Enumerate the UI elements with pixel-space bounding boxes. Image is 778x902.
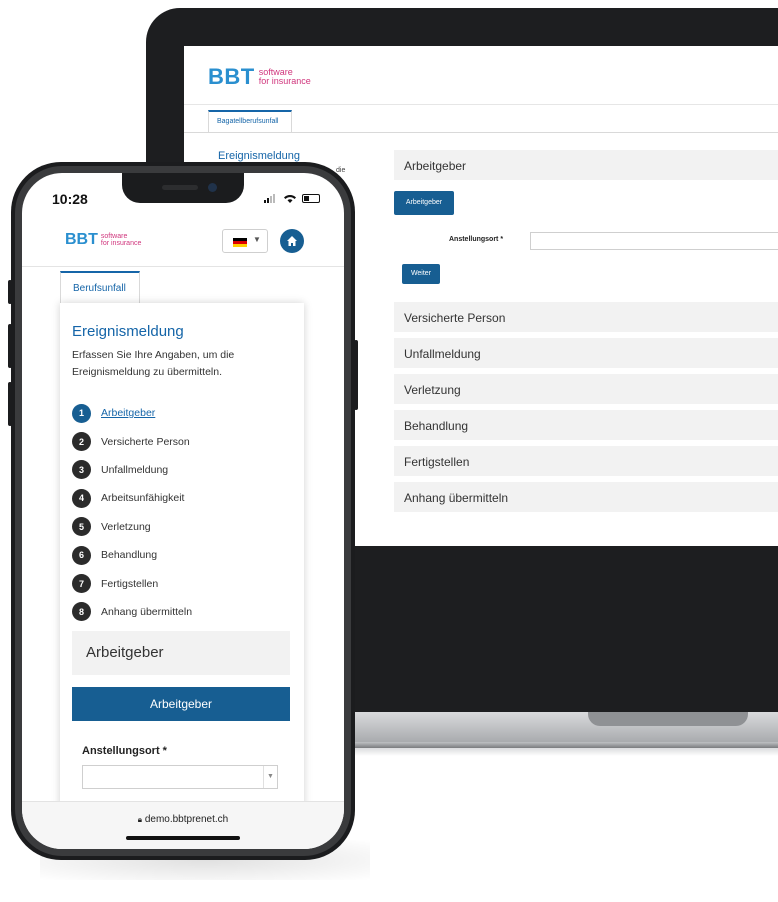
step-number: 3 (72, 460, 91, 480)
tab-underline (184, 132, 778, 133)
logo-tagline-1: software (100, 233, 128, 240)
step-number: 8 (72, 602, 91, 622)
phone-volume-up (8, 324, 12, 368)
anstellungsort-select[interactable]: ▼ (82, 765, 278, 789)
accordion-anhang[interactable]: Anhang übermitteln (394, 482, 778, 512)
step-label: Anhang übermitteln (101, 605, 193, 618)
chevron-down-icon: ▼ (263, 766, 277, 788)
step-item-fertigstellen[interactable]: 7 Fertigstellen (72, 569, 192, 597)
step-item-unfallmeldung[interactable]: 3 Unfallmeldung (72, 456, 192, 484)
url-bar[interactable]: 🔒︎ demo.bbtprenet.ch (22, 814, 344, 825)
step-item-behandlung[interactable]: 6 Behandlung (72, 541, 192, 569)
phone-mute-switch (8, 280, 12, 304)
german-flag-icon (233, 238, 247, 247)
step-item-anhang[interactable]: 8 Anhang übermitteln (72, 598, 192, 626)
accordion-verletzung[interactable]: Verletzung (394, 374, 778, 404)
phone-notch (122, 173, 244, 203)
signal-icon (264, 193, 275, 203)
accordion-versicherte-person[interactable]: Versicherte Person (394, 302, 778, 332)
browser-bottom-bar: 🔒︎ demo.bbtprenet.ch (22, 801, 344, 849)
accordion-behandlung[interactable]: Behandlung (394, 410, 778, 440)
lock-icon: 🔒︎ (137, 815, 143, 824)
language-select[interactable]: ▼ (222, 229, 268, 253)
step-label[interactable]: Arbeitgeber (101, 407, 155, 419)
step-list: 1 Arbeitgeber 2 Versicherte Person 3 Unfall… (72, 399, 192, 626)
laptop-notch (588, 712, 748, 726)
logo-tagline-2: for insurance (100, 240, 142, 247)
anstellungsort-label: Anstellungsort * (82, 745, 167, 757)
home-button[interactable] (280, 229, 304, 253)
url-text: demo.bbtprenet.ch (144, 814, 229, 825)
phone-volume-down (8, 382, 12, 426)
step-number: 4 (72, 488, 91, 508)
step-item-arbeitgeber[interactable]: 1 Arbeitgeber (72, 399, 192, 427)
step-label: Versicherte Person (101, 435, 190, 448)
step-item-verletzung[interactable]: 5 Verletzung (72, 513, 192, 541)
logo-tagline: software for insurance (101, 233, 141, 247)
step-label: Verletzung (101, 520, 151, 533)
step-number: 2 (72, 432, 91, 452)
arbeitgeber-button[interactable]: Arbeitgeber (394, 191, 454, 215)
status-time: 10:28 (52, 191, 88, 207)
anstellungsort-input[interactable] (530, 232, 778, 250)
arbeitgeber-button[interactable]: Arbeitgeber (72, 687, 290, 721)
logo-brand: BBT (208, 64, 255, 89)
form-card: Ereignismeldung Erfassen Sie Ihre Angabe… (60, 303, 304, 849)
phone-power-button (354, 340, 358, 410)
step-label: Arbeitsunfähigkeit (101, 492, 185, 505)
page-description: Erfassen Sie Ihre Angaben, um die Ereign… (72, 349, 235, 378)
sidebar-title: Ereignismeldung (218, 150, 300, 162)
home-icon (287, 236, 297, 246)
step-label: Unfallmeldung (101, 463, 169, 476)
step-number: 1 (72, 403, 91, 423)
phone-logo[interactable]: BBT software for insurance (65, 232, 141, 248)
laptop-logo[interactable]: BBT software for insurance (208, 66, 311, 88)
tab-bagatellberufsunfall[interactable]: Bagatellberufsunfall (208, 110, 292, 132)
step-number: 5 (72, 517, 91, 537)
weiter-button[interactable]: Weiter (402, 264, 440, 284)
step-item-arbeitsunfaehigkeit[interactable]: 4 Arbeitsunfähigkeit (72, 484, 192, 512)
camera (208, 183, 217, 192)
tab-berufsunfall[interactable]: Berufsunfall (60, 271, 140, 303)
home-indicator[interactable] (126, 836, 240, 840)
step-number: 7 (72, 574, 91, 594)
accordion-unfallmeldung[interactable]: Unfallmeldung (394, 338, 778, 368)
step-label: Behandlung (101, 549, 158, 562)
header-divider (22, 266, 344, 267)
laptop-shadow (300, 742, 778, 756)
accordion-arbeitgeber[interactable]: Arbeitgeber (72, 631, 290, 675)
speaker (162, 185, 198, 190)
step-number: 6 (72, 545, 91, 565)
battery-icon (301, 193, 320, 203)
laptop-header: BBT software for insurance (184, 46, 778, 104)
wifi-icon (283, 194, 296, 203)
step-item-versicherte-person[interactable]: 2 Versicherte Person (72, 427, 192, 455)
logo-brand: BBT (65, 231, 98, 248)
anstellungsort-label: Anstellungsort * (449, 236, 504, 243)
logo-tagline-2: for insurance (258, 76, 311, 86)
chevron-down-icon: ▼ (253, 235, 261, 244)
logo-tagline: software for insurance (259, 68, 311, 86)
accordion-fertigstellen[interactable]: Fertigstellen (394, 446, 778, 476)
accordion-arbeitgeber[interactable]: Arbeitgeber (394, 150, 778, 180)
header-divider (184, 104, 778, 105)
page-title: Ereignismeldung (72, 323, 184, 340)
status-icons (264, 193, 320, 204)
phone-screen: 10:28 BBT software for insurance ▼ Beruf… (22, 173, 344, 849)
step-label: Fertigstellen (101, 577, 159, 590)
